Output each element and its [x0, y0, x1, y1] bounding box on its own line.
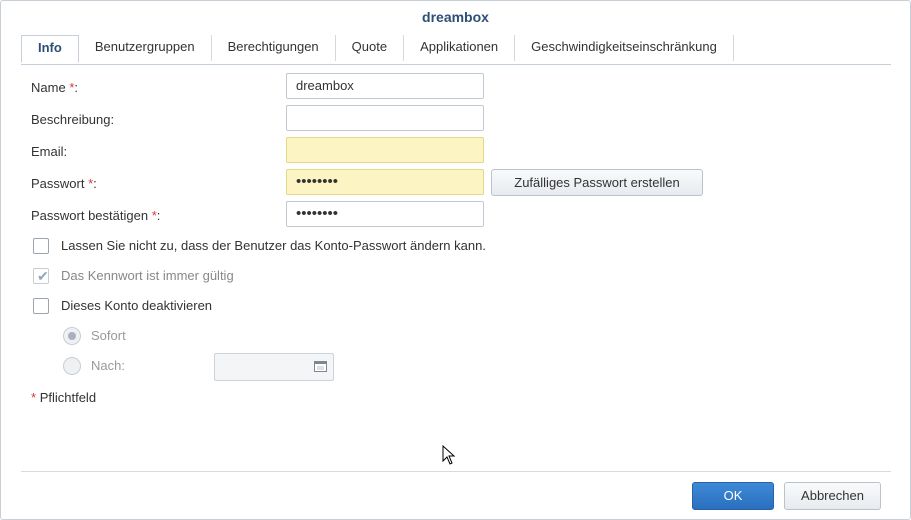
- required-note-text: Pflichtfeld: [39, 390, 97, 405]
- required-note: * Pflichtfeld: [31, 390, 96, 405]
- radio-dot: [68, 332, 76, 340]
- password-label-text: Passwort: [31, 176, 85, 191]
- name-label-text: Name: [31, 80, 66, 95]
- confirm-password-input[interactable]: ••••••••: [286, 201, 484, 227]
- disable-account-label: Dieses Konto deaktivieren: [61, 298, 213, 313]
- tab-berechtigungen[interactable]: Berechtigungen: [212, 35, 336, 61]
- description-input[interactable]: [286, 105, 484, 131]
- checkmark-icon: ✔: [37, 268, 49, 284]
- tab-quote[interactable]: Quote: [336, 35, 405, 61]
- tab-bar: Info Benutzergruppen Berechtigungen Quot…: [21, 33, 891, 65]
- confirm-label-text: Passwort bestätigen: [31, 208, 149, 223]
- disable-account-checkbox[interactable]: [33, 298, 49, 314]
- footer-divider: [21, 471, 891, 472]
- label-colon: :: [93, 176, 97, 191]
- no-pw-change-checkbox[interactable]: [33, 238, 49, 254]
- pw-always-valid-label: Das Kennwort ist immer gültig: [61, 268, 234, 283]
- required-note-marker: *: [31, 390, 37, 405]
- label-colon: :: [156, 208, 161, 223]
- ok-button[interactable]: OK: [692, 482, 774, 510]
- after-label: Nach:: [91, 358, 125, 373]
- calendar-icon[interactable]: [314, 361, 327, 372]
- no-pw-change-label: Lassen Sie nicht zu, dass der Benutzer d…: [61, 238, 486, 253]
- immediately-label: Sofort: [91, 328, 126, 343]
- tab-benutzergruppen[interactable]: Benutzergruppen: [79, 35, 212, 61]
- mouse-cursor-icon: [442, 445, 456, 465]
- email-label: Email:: [31, 144, 68, 159]
- date-field[interactable]: [214, 353, 334, 381]
- label-colon: :: [74, 80, 78, 95]
- tab-applikationen[interactable]: Applikationen: [404, 35, 516, 61]
- tab-info[interactable]: Info: [21, 35, 79, 63]
- tab-geschwindigkeit[interactable]: Geschwindigkeitseinschränkung: [515, 35, 734, 61]
- name-label: Name *:: [31, 80, 78, 95]
- dialog-window: dreambox Info Benutzergruppen Berechtigu…: [0, 0, 911, 520]
- after-radio[interactable]: [63, 357, 81, 375]
- password-input[interactable]: ••••••••: [286, 169, 484, 195]
- password-label: Passwort *:: [31, 176, 97, 191]
- email-input[interactable]: [286, 137, 484, 163]
- dialog-title: dreambox: [422, 9, 489, 25]
- immediately-radio[interactable]: [63, 327, 81, 345]
- confirm-password-label: Passwort bestätigen *:: [31, 208, 160, 223]
- pw-always-valid-checkbox[interactable]: ✔: [33, 268, 49, 284]
- name-input[interactable]: dreambox: [286, 73, 484, 99]
- description-label: Beschreibung:: [31, 112, 115, 127]
- random-password-button[interactable]: Zufälliges Passwort erstellen: [491, 169, 703, 196]
- cancel-button[interactable]: Abbrechen: [784, 482, 881, 510]
